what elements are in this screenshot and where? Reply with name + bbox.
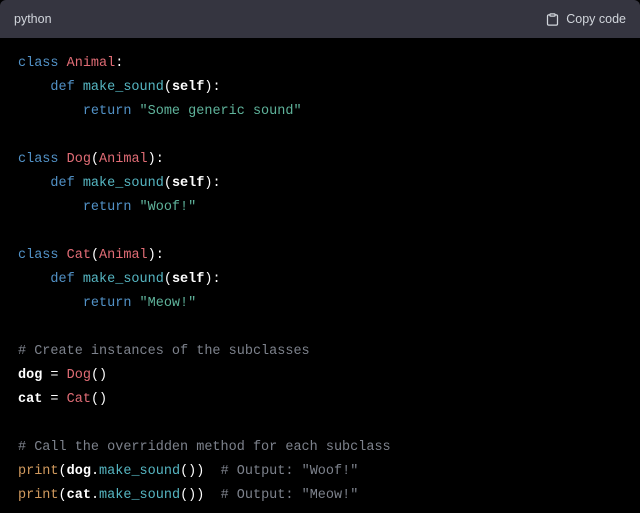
code-line xyxy=(18,412,622,436)
code-block: python Copy code class Animal: def make_… xyxy=(0,0,640,513)
code-language-label: python xyxy=(14,12,52,26)
code-line: dog = Dog() xyxy=(18,364,622,388)
code-line: cat = Cat() xyxy=(18,388,622,412)
code-line xyxy=(18,316,622,340)
code-line: class Animal: xyxy=(18,52,622,76)
code-line: print(dog.make_sound()) # Output: "Woof!… xyxy=(18,460,622,484)
code-header: python Copy code xyxy=(0,0,640,38)
code-line: return "Woof!" xyxy=(18,196,622,220)
code-line xyxy=(18,124,622,148)
code-line: # Call the overridden method for each su… xyxy=(18,436,622,460)
code-line: # Create instances of the subclasses xyxy=(18,340,622,364)
code-line: class Cat(Animal): xyxy=(18,244,622,268)
copy-code-button[interactable]: Copy code xyxy=(545,12,626,27)
code-line xyxy=(18,220,622,244)
code-line: return "Meow!" xyxy=(18,292,622,316)
copy-code-label: Copy code xyxy=(566,12,626,26)
code-area[interactable]: class Animal: def make_sound(self): retu… xyxy=(0,38,640,513)
code-lines: class Animal: def make_sound(self): retu… xyxy=(18,52,622,508)
code-line: print(cat.make_sound()) # Output: "Meow!… xyxy=(18,484,622,508)
code-line: class Dog(Animal): xyxy=(18,148,622,172)
code-line: def make_sound(self): xyxy=(18,268,622,292)
clipboard-icon xyxy=(545,12,560,27)
code-line: def make_sound(self): xyxy=(18,172,622,196)
code-line: return "Some generic sound" xyxy=(18,100,622,124)
code-line: def make_sound(self): xyxy=(18,76,622,100)
